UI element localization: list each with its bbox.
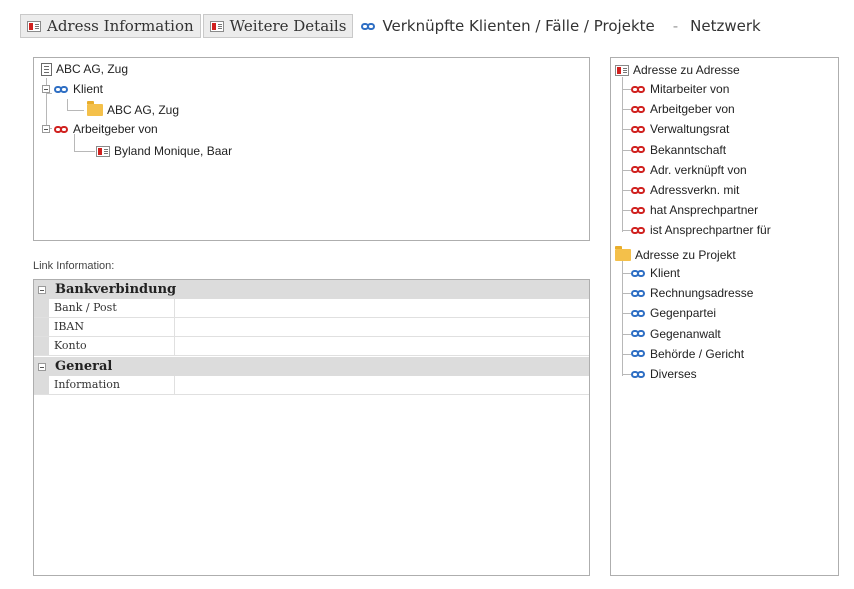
link-icon (631, 370, 646, 378)
address-card-icon (615, 64, 629, 76)
tree-root[interactable]: ABC AG, Zug (41, 61, 128, 77)
tab-weitere-details[interactable]: Weitere Details (202, 14, 354, 38)
relation-item[interactable]: Verwaltungsrat (631, 121, 729, 137)
address-card-icon (27, 20, 41, 32)
link-icon (631, 350, 646, 358)
link-icon (631, 330, 646, 338)
relation-item-label: Behörde / Gericht (650, 346, 745, 361)
address-card-icon (96, 145, 110, 157)
link-info-grid[interactable]: Bankverbindung Bank / Post IBAN Konto Ge… (33, 279, 590, 576)
link-icon (631, 166, 646, 174)
tab-label: Adress Information (47, 17, 194, 35)
tree-root-label: ABC AG, Zug (56, 62, 129, 76)
tab-adress-information[interactable]: Adress Information (20, 14, 201, 38)
folder-icon (87, 101, 103, 116)
property-row[interactable]: Information (34, 376, 589, 395)
tab-separator: - (672, 17, 679, 35)
link-icon (631, 146, 646, 154)
property-key: Bank / Post (54, 301, 117, 314)
tab-label: Netzwerk (690, 17, 761, 35)
relation-item-label: Arbeitgeber von (650, 102, 735, 117)
relation-item[interactable]: Arbeitgeber von (631, 101, 735, 117)
property-key: Information (54, 378, 121, 391)
relation-item[interactable]: hat Ansprechpartner (631, 202, 758, 218)
tree-group-label: Klient (73, 82, 104, 96)
relation-types-tree[interactable]: Adresse zu Adresse Adresse zu Projekt Mi… (610, 57, 839, 576)
relation-item-label: hat Ansprechpartner (650, 203, 759, 218)
relation-item-label: Gegenpartei (650, 306, 717, 321)
property-key: Konto (54, 339, 87, 352)
relation-item-label: Adressverkn. mit (650, 183, 740, 197)
tab-label: Weitere Details (229, 17, 347, 35)
collapse-icon[interactable] (42, 125, 50, 133)
collapse-icon[interactable] (38, 362, 46, 371)
link-icon (631, 186, 646, 194)
relation-group-label: Adresse zu Adresse (633, 63, 740, 77)
link-icon (54, 125, 69, 133)
relation-item[interactable]: Adr. verknüpft von (631, 162, 747, 178)
tree-group-klient[interactable]: Klient (42, 81, 103, 97)
tree-group-arbeitgeber[interactable]: Arbeitgeber von (42, 121, 158, 137)
relation-item-label: Rechnungsadresse (650, 286, 754, 301)
details-card-icon (209, 20, 224, 32)
category-label: General (55, 359, 113, 374)
property-key: IBAN (54, 320, 84, 333)
link-icon (631, 289, 646, 297)
link-icon (631, 269, 646, 277)
link-icon (361, 22, 376, 30)
linked-items-tree[interactable]: ABC AG, Zug Klient ABC AG, Zug Arbeitgeb… (33, 57, 590, 241)
relation-item-label: Adr. verknüpft von (650, 162, 747, 177)
tree-item-label: ABC AG, Zug (107, 103, 180, 117)
property-row[interactable]: Konto (34, 337, 589, 356)
link-info-label: Link Information: (33, 260, 115, 272)
link-icon (631, 226, 646, 234)
property-row[interactable]: Bank / Post (34, 299, 589, 318)
relation-item[interactable]: ist Ansprechpartner für (631, 222, 771, 238)
relation-item[interactable]: Diverses (631, 366, 697, 382)
tree-item[interactable]: Byland Monique, Baar (96, 143, 232, 159)
relation-item-label: Gegenanwalt (650, 326, 721, 341)
link-icon (631, 309, 646, 317)
relation-item-label: Diverses (650, 367, 697, 381)
collapse-icon[interactable] (42, 85, 50, 93)
relation-item-label: Klient (650, 266, 681, 280)
relation-item[interactable]: Klient (631, 265, 680, 281)
relation-item-label: Bekanntschaft (650, 142, 727, 157)
building-icon (41, 62, 52, 76)
tab-netzwerk[interactable]: - Netzwerk (661, 14, 767, 38)
category-general[interactable]: General (34, 357, 589, 376)
relation-item[interactable]: Gegenanwalt (631, 326, 721, 342)
tab-label: Verknüpfte Klienten / Fälle / Projekte (382, 17, 655, 35)
relation-group-label: Adresse zu Projekt (635, 248, 736, 262)
relation-item[interactable]: Mitarbeiter von (631, 81, 729, 97)
relation-item[interactable]: Gegenpartei (631, 305, 716, 321)
relation-item-label: Mitarbeiter von (650, 82, 730, 96)
link-icon (631, 125, 646, 133)
link-icon (54, 85, 69, 93)
tab-verknuepfte-klienten[interactable]: Verknüpfte Klienten / Fälle / Projekte (355, 14, 660, 38)
tree-item-label: Byland Monique, Baar (114, 144, 233, 158)
relation-item-label: Verwaltungsrat (650, 122, 730, 137)
link-icon (631, 105, 646, 113)
relation-group-project[interactable]: Adresse zu Projekt (615, 246, 736, 263)
tab-strip: Adress Information Weitere Details Verkn… (20, 12, 767, 40)
category-bankverbindung[interactable]: Bankverbindung (34, 280, 589, 299)
tree-item[interactable]: ABC AG, Zug (87, 101, 180, 118)
tree-group-label: Arbeitgeber von (73, 122, 158, 136)
relation-item-label: ist Ansprechpartner für (650, 223, 771, 238)
link-icon (631, 85, 646, 93)
relation-item[interactable]: Bekanntschaft (631, 142, 726, 158)
relation-item[interactable]: Adressverkn. mit (631, 182, 739, 198)
relation-item[interactable]: Rechnungsadresse (631, 285, 753, 301)
link-icon (631, 206, 646, 214)
collapse-icon[interactable] (38, 285, 46, 294)
category-label: Bankverbindung (55, 282, 177, 297)
folder-icon (615, 246, 631, 261)
relation-item[interactable]: Behörde / Gericht (631, 346, 744, 362)
relation-group-address[interactable]: Adresse zu Adresse (615, 62, 740, 78)
property-row[interactable]: IBAN (34, 318, 589, 337)
